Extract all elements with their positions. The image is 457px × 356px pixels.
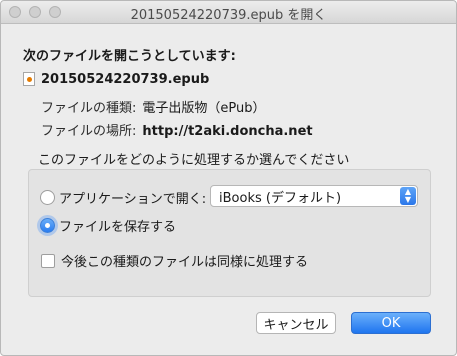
cancel-button[interactable]: キャンセル xyxy=(256,312,336,334)
open-with-option[interactable]: アプリケーションで開く: xyxy=(40,188,206,207)
remember-choice-checkbox[interactable] xyxy=(41,253,55,268)
application-select-value: iBooks (デフォルト) xyxy=(219,190,342,206)
file-location-row: ファイルの場所: http://t2aki.doncha.net xyxy=(41,120,313,139)
save-file-option[interactable]: ファイルを保存する xyxy=(40,216,176,235)
file-name: 20150524220739.epub xyxy=(41,71,210,87)
open-with-label: アプリケーションで開く: xyxy=(59,192,207,207)
open-file-dialog: 20150524220739.epub を開く 次のファイルを開こうとしています… xyxy=(0,0,457,356)
window-title: 20150524220739.epub を開く xyxy=(130,8,327,23)
remember-choice-option[interactable]: 今後この種類のファイルは同様に処理する xyxy=(41,251,308,270)
file-type-row: ファイルの種類: 電子出版物（ePub） xyxy=(41,97,266,116)
save-file-radio[interactable] xyxy=(40,218,55,233)
file-location-value: http://t2aki.doncha.net xyxy=(142,124,313,139)
save-file-label: ファイルを保存する xyxy=(59,220,177,235)
open-with-radio[interactable] xyxy=(40,190,55,205)
file-type-label: ファイルの種類: xyxy=(41,101,137,116)
file-type-value: 電子出版物（ePub） xyxy=(142,101,266,116)
document-icon xyxy=(23,72,35,86)
ok-button[interactable]: OK xyxy=(351,312,431,334)
file-row: 20150524220739.epub xyxy=(23,70,209,88)
action-question: このファイルをどのように処理するか選んでください xyxy=(38,153,350,168)
remember-choice-label: 今後この種類のファイルは同様に処理する xyxy=(61,255,309,270)
title-bar: 20150524220739.epub を開く xyxy=(1,1,456,24)
file-location-label: ファイルの場所: xyxy=(41,124,137,139)
select-arrows-icon: ▲ ▼ xyxy=(400,187,416,205)
application-select[interactable]: iBooks (デフォルト) ▲ ▼ xyxy=(210,185,418,207)
dialog-heading: 次のファイルを開こうとしています: xyxy=(23,49,236,64)
